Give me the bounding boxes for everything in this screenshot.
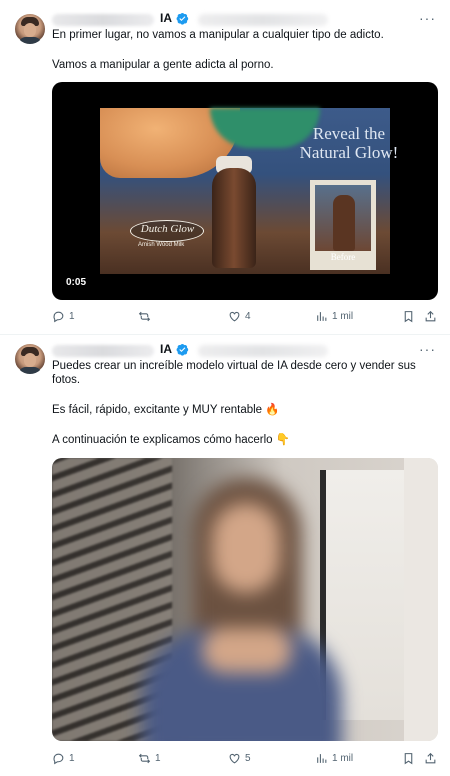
- video-timer: 0:05: [66, 277, 87, 288]
- views-icon: [317, 754, 327, 763]
- like-icon: [229, 753, 240, 764]
- like-button[interactable]: 5: [228, 752, 251, 765]
- action-bar: 1 4 1 mil: [52, 310, 438, 326]
- tweet-divider: [0, 334, 450, 335]
- author-name-suffix[interactable]: IA: [160, 11, 172, 25]
- repost-count: 1: [155, 753, 161, 764]
- more-icon[interactable]: ···: [419, 10, 436, 26]
- tweet-text-line-2: Es fácil, rápido, excitante y MUY rentab…: [52, 404, 280, 416]
- bookmark-icon: [404, 753, 413, 765]
- repost-icon: [138, 753, 151, 764]
- views-icon: [317, 312, 327, 321]
- repost-button[interactable]: [138, 310, 155, 323]
- before-label: Before: [330, 252, 356, 262]
- reply-count: 1: [69, 753, 75, 764]
- share-button[interactable]: [424, 752, 437, 765]
- avatar[interactable]: [15, 14, 45, 44]
- brand-logo: Dutch Glow Amish Wood Milk: [130, 220, 212, 248]
- like-count: 4: [245, 311, 251, 322]
- bookmark-icon: [404, 311, 413, 323]
- tweet-text-line-1: Puedes crear un increíble modelo virtual…: [52, 360, 416, 386]
- views-count: 1 mil: [332, 311, 354, 322]
- share-icon: [425, 310, 436, 322]
- like-button[interactable]: 4: [228, 310, 251, 323]
- author-handle-redacted[interactable]: [198, 345, 328, 357]
- bookmark-button[interactable]: [402, 752, 415, 765]
- action-bar: 1 1 5 1 mil: [52, 752, 438, 768]
- views-count: 1 mil: [332, 753, 354, 764]
- verified-icon: [176, 343, 189, 356]
- brand-logo-text: Dutch Glow: [140, 223, 195, 235]
- more-icon[interactable]: ···: [419, 341, 436, 357]
- tweet-text-line-3: A continuación te explicamos cómo hacerl…: [52, 434, 291, 446]
- video-player[interactable]: Reveal the Natural Glow! Before Dutch Gl…: [52, 82, 438, 300]
- bottle-image: [212, 168, 256, 268]
- author-handle-redacted[interactable]: [198, 14, 328, 26]
- like-icon: [229, 311, 240, 322]
- repost-icon: [138, 311, 151, 322]
- verified-icon: [176, 12, 189, 25]
- reply-button[interactable]: 1: [52, 752, 75, 765]
- video-overlay-text: Reveal the Natural Glow!: [299, 124, 399, 162]
- author-name-suffix[interactable]: IA: [160, 342, 172, 356]
- repost-button[interactable]: 1: [138, 752, 161, 765]
- reply-button[interactable]: 1: [52, 310, 75, 323]
- brand-logo-subtext: Amish Wood Milk: [138, 242, 185, 248]
- tweet-text-line-1: En primer lugar, no vamos a manipular a …: [52, 29, 384, 41]
- video-frame: Reveal the Natural Glow! Before Dutch Gl…: [100, 108, 398, 274]
- author-name-redacted[interactable]: [52, 14, 154, 26]
- views-button[interactable]: 1 mil: [315, 752, 353, 765]
- tweet-1[interactable]: IA ··· En primer lugar, no vamos a manip…: [0, 0, 450, 334]
- author-name-redacted[interactable]: [52, 345, 154, 357]
- tweet-text-line-2: Vamos a manipular a gente adicta al porn…: [52, 59, 274, 71]
- reply-icon: [53, 311, 64, 323]
- views-button[interactable]: 1 mil: [315, 310, 353, 323]
- tweet-image[interactable]: [52, 458, 438, 741]
- avatar[interactable]: [15, 344, 45, 374]
- share-icon: [425, 752, 436, 764]
- reply-count: 1: [69, 311, 75, 322]
- bookmark-button[interactable]: [402, 310, 415, 323]
- share-button[interactable]: [424, 310, 437, 323]
- before-inset: Before: [310, 180, 376, 270]
- like-count: 5: [245, 753, 251, 764]
- blurred-person: [132, 478, 342, 741]
- tweet-2[interactable]: IA ··· Puedes crear un increíble modelo …: [0, 336, 450, 776]
- reply-icon: [53, 753, 64, 765]
